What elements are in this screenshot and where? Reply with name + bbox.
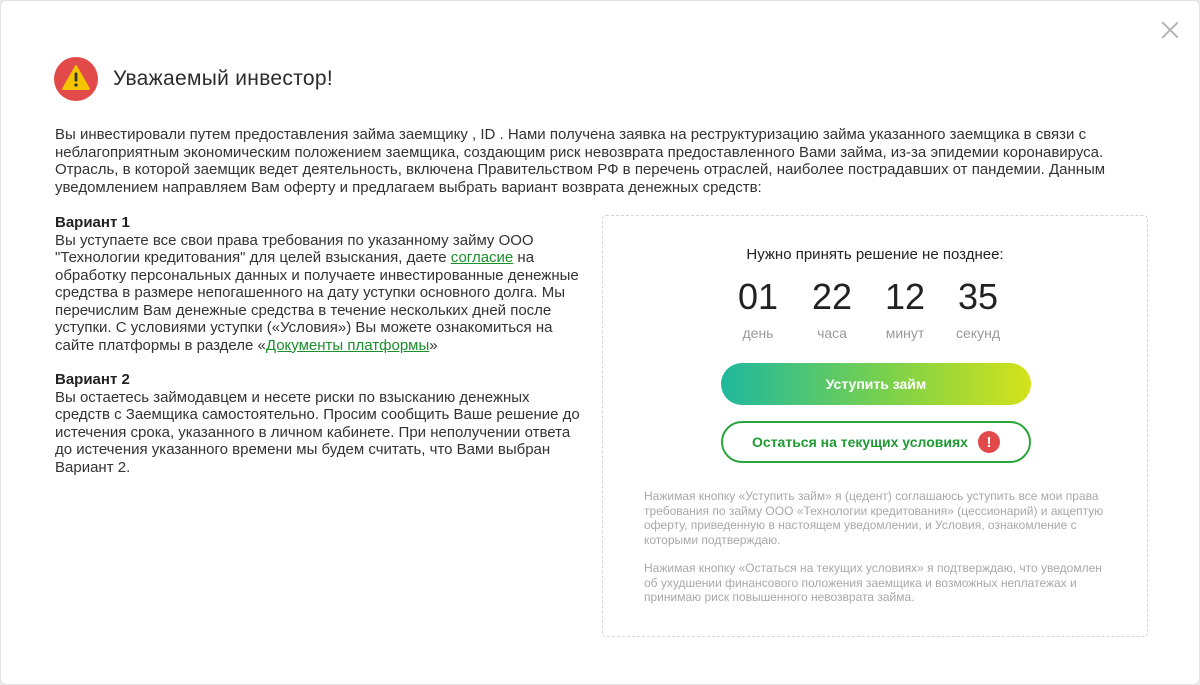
countdown-days-value: 01 bbox=[737, 276, 779, 317]
countdown-hours: 22 часа bbox=[797, 276, 867, 341]
stay-current-terms-button[interactable]: Остаться на текущих условиях ! bbox=[721, 421, 1031, 463]
stay-disclaimer: Нажимая кнопку «Остаться на текущих усло… bbox=[644, 561, 1102, 604]
countdown-minutes: 12 минут bbox=[870, 276, 940, 341]
countdown-seconds: 35 секунд bbox=[943, 276, 1013, 341]
decision-panel: Нужно принять решение не позднее: 01 ден… bbox=[602, 215, 1148, 637]
options-section: Вариант 1 Вы уступаете все свои права тр… bbox=[55, 214, 580, 493]
countdown-timer: 01 день 22 часа 12 минут 35 секунд bbox=[723, 276, 1013, 346]
option-1-text-end: » bbox=[429, 336, 438, 354]
option-1: Вариант 1 Вы уступаете все свои права тр… bbox=[55, 214, 580, 354]
consent-link[interactable]: согласие bbox=[451, 249, 513, 266]
page-title: Уважаемый инвестор! bbox=[113, 67, 333, 90]
countdown-minutes-unit: минут bbox=[885, 325, 925, 341]
warning-icon bbox=[54, 57, 98, 101]
assign-loan-button[interactable]: Уступить займ bbox=[721, 363, 1031, 405]
exclamation-icon: ! bbox=[977, 431, 1000, 453]
option-2-text: Вы остаетесь займодавцем и несете риски … bbox=[55, 388, 580, 476]
countdown-hours-value: 22 bbox=[811, 276, 853, 317]
countdown-seconds-unit: секунд bbox=[956, 325, 1000, 341]
countdown-hours-unit: часа bbox=[817, 325, 847, 341]
option-1-text: Вы уступаете все свои права требования п… bbox=[55, 232, 580, 355]
assign-disclaimer: Нажимая кнопку «Уступить займ» я (цедент… bbox=[644, 489, 1104, 547]
deadline-label: Нужно принять решение не позднее: bbox=[746, 246, 1004, 263]
countdown-days: 01 день bbox=[723, 276, 793, 341]
modal-header: Уважаемый инвестор! bbox=[54, 57, 333, 101]
close-icon[interactable] bbox=[1159, 19, 1181, 41]
platform-documents-link[interactable]: Документы платформы bbox=[266, 337, 429, 354]
stay-button-label: Остаться на текущих условиях bbox=[752, 434, 968, 450]
option-1-title: Вариант 1 bbox=[55, 214, 130, 231]
countdown-seconds-value: 35 bbox=[957, 276, 999, 317]
countdown-minutes-value: 12 bbox=[884, 276, 926, 317]
countdown-days-unit: день bbox=[742, 325, 774, 341]
investor-modal: Уважаемый инвестор! Вы инвестировали пут… bbox=[0, 0, 1200, 685]
intro-text: Вы инвестировали путем предоставления за… bbox=[55, 126, 1106, 196]
option-2-title: Вариант 2 bbox=[55, 371, 130, 388]
option-2: Вариант 2 Вы остаетесь займодавцем и нес… bbox=[55, 371, 580, 476]
